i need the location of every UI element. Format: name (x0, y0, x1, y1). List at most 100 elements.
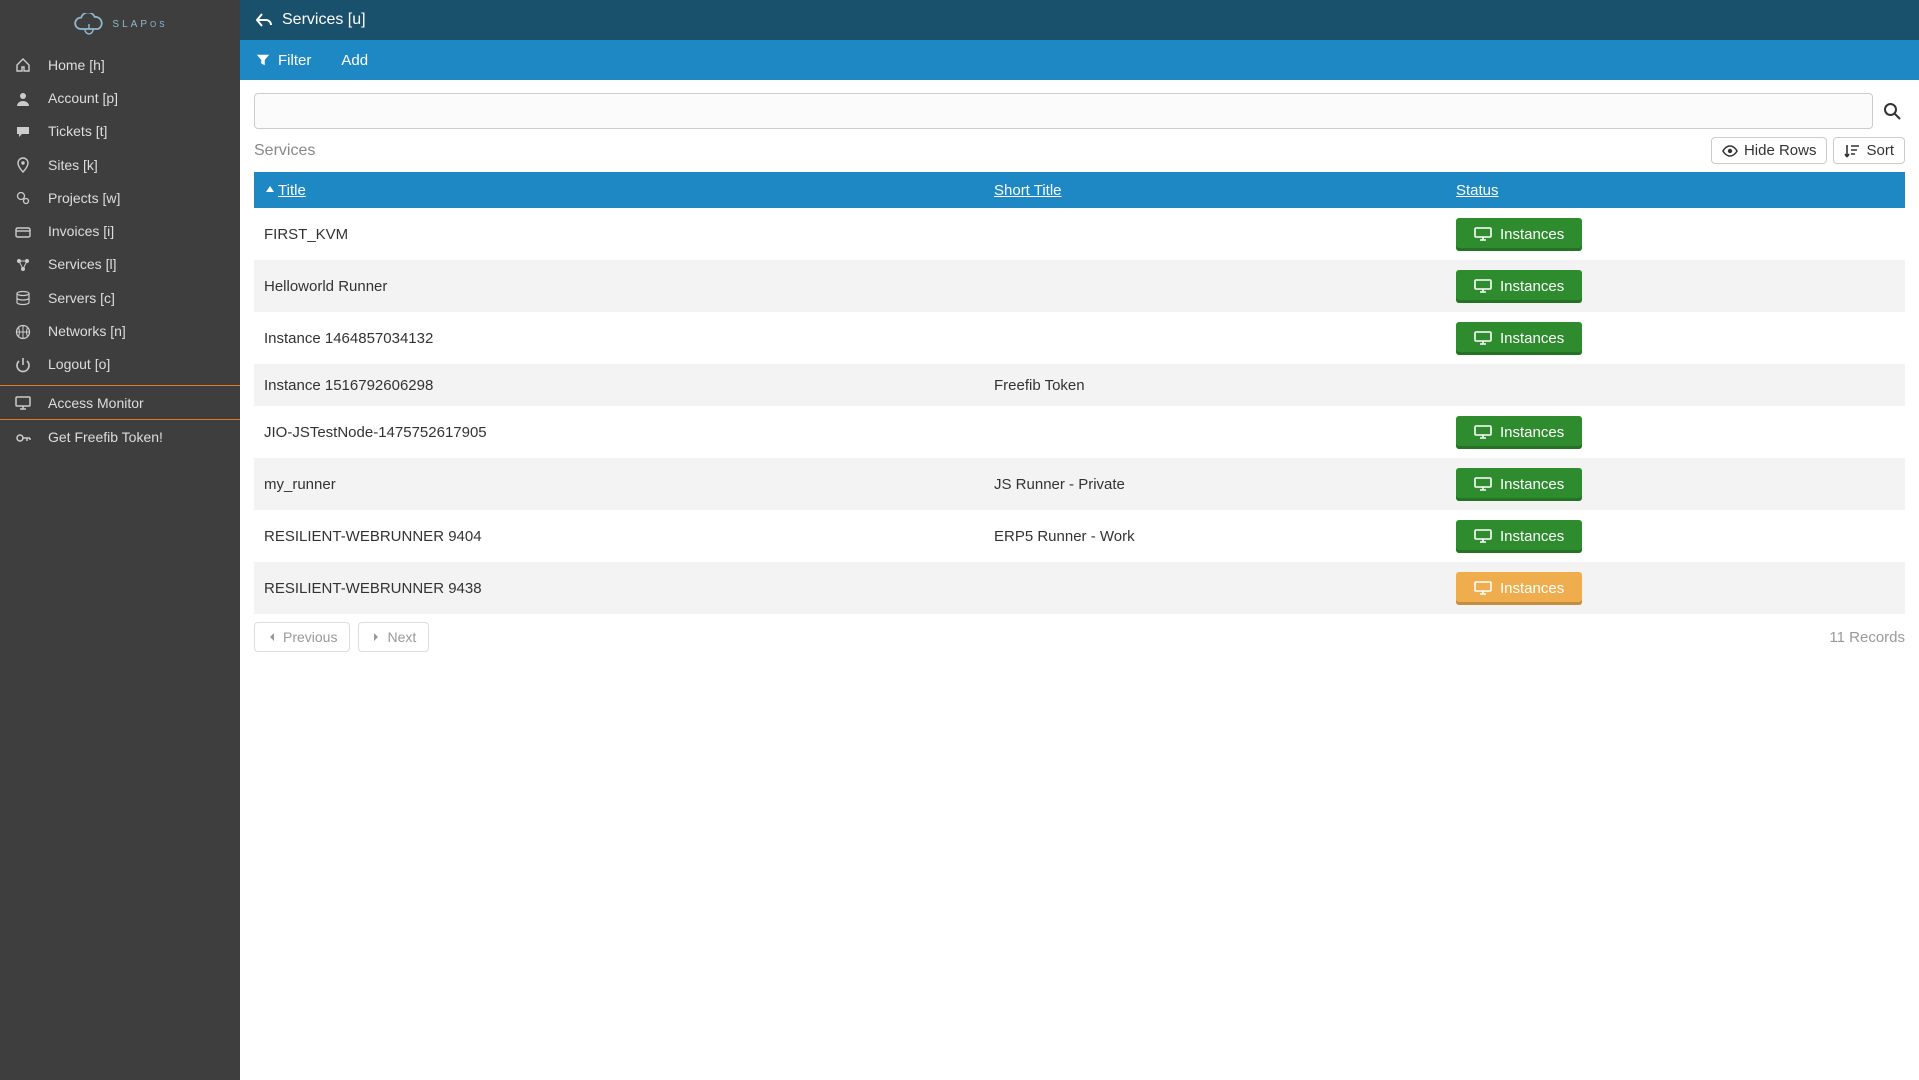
search-input[interactable] (254, 93, 1873, 129)
instances-badge[interactable]: Instances (1456, 572, 1582, 605)
meta-row: Services Hide Rows Sort (240, 137, 1919, 172)
eye-icon (1722, 143, 1738, 159)
instances-badge[interactable]: Instances (1456, 270, 1582, 303)
sidebar-item-label: Get Freefib Token! (48, 429, 163, 445)
table-row[interactable]: RESILIENT-WEBRUNNER 9438 Instances (254, 562, 1905, 614)
sort-asc-icon (264, 184, 276, 196)
col-status[interactable]: Status (1456, 182, 1905, 199)
cell-status: Instances (1456, 218, 1905, 251)
cloud-icon (72, 13, 106, 35)
caret-right-icon (371, 632, 381, 642)
monitor-icon (14, 394, 32, 411)
sidebar-item-8[interactable]: Networks [n] (0, 314, 240, 347)
sidebar-item-label: Projects [w] (48, 190, 120, 206)
next-button[interactable]: Next (358, 622, 429, 652)
table-row[interactable]: RESILIENT-WEBRUNNER 9404ERP5 Runner - Wo… (254, 510, 1905, 562)
cell-status: Instances (1456, 270, 1905, 303)
molecule-icon (14, 256, 32, 273)
gears-icon (14, 189, 32, 206)
sidebar-item-label: Sites [k] (48, 157, 98, 173)
sidebar-get-token[interactable]: Get Freefib Token! (0, 420, 240, 453)
sidebar-item-label: Networks [n] (48, 323, 126, 339)
cell-title: Helloworld Runner (254, 278, 994, 295)
sidebar-access-monitor[interactable]: Access Monitor (0, 386, 240, 419)
sidebar-item-9[interactable]: Logout [o] (0, 348, 240, 381)
cell-title: Instance 1464857034132 (254, 330, 994, 347)
cell-short-title: ERP5 Runner - Work (994, 528, 1456, 545)
toolbar: Filter Add (240, 40, 1919, 80)
table-row[interactable]: JIO-JSTestNode-1475752617905 Instances (254, 406, 1905, 458)
sort-icon (1844, 143, 1860, 159)
main: Services [u] Filter Add Services Hide Ro… (240, 0, 1919, 1080)
table-row[interactable]: Helloworld Runner Instances (254, 260, 1905, 312)
cell-title: RESILIENT-WEBRUNNER 9404 (254, 528, 994, 545)
brand-logo: SLAPOS (0, 0, 240, 48)
instances-badge[interactable]: Instances (1456, 416, 1582, 449)
instances-badge[interactable]: Instances (1456, 520, 1582, 553)
db-icon (14, 289, 32, 306)
sort-button[interactable]: Sort (1833, 137, 1905, 164)
sidebar-item-3[interactable]: Sites [k] (0, 148, 240, 181)
cell-status: Instances (1456, 520, 1905, 553)
col-title[interactable]: Title (254, 182, 994, 199)
col-short-title[interactable]: Short Title (994, 182, 1456, 199)
cell-title: JIO-JSTestNode-1475752617905 (254, 424, 994, 441)
filter-button[interactable]: Filter (256, 52, 311, 69)
sidebar-item-2[interactable]: Tickets [t] (0, 115, 240, 148)
cell-title: FIRST_KVM (254, 226, 994, 243)
globe-icon (14, 322, 32, 339)
cell-status: Instances (1456, 468, 1905, 501)
add-button[interactable]: Add (341, 52, 368, 69)
card-icon (14, 222, 32, 239)
sidebar-item-1[interactable]: Account [p] (0, 81, 240, 114)
section-label: Services (254, 142, 315, 160)
header-back-icon[interactable] (256, 12, 272, 28)
sidebar-item-label: Account [p] (48, 90, 118, 106)
pagination: Previous Next 11 Records (240, 614, 1919, 660)
key-icon (14, 428, 32, 445)
sidebar-item-label: Logout [o] (48, 356, 110, 372)
table-row[interactable]: Instance 1464857034132 Instances (254, 312, 1905, 364)
hide-rows-button[interactable]: Hide Rows (1711, 137, 1828, 164)
sidebar: SLAPOS Home [h] Account [p] Tickets [t] Sit… (0, 0, 240, 1080)
page-title: Services [u] (282, 11, 366, 29)
cell-status: Instances (1456, 572, 1905, 605)
instances-badge[interactable]: Instances (1456, 218, 1582, 251)
table-row[interactable]: Instance 1516792606298Freefib Token (254, 364, 1905, 406)
cell-short-title: Freefib Token (994, 377, 1456, 394)
cell-title: RESILIENT-WEBRUNNER 9438 (254, 580, 994, 597)
instances-badge[interactable]: Instances (1456, 322, 1582, 355)
table-row[interactable]: my_runnerJS Runner - Private Instances (254, 458, 1905, 510)
table-row[interactable]: FIRST_KVM Instances (254, 208, 1905, 260)
table-header: Title Short Title Status (254, 172, 1905, 208)
caret-left-icon (267, 632, 277, 642)
cell-title: my_runner (254, 476, 994, 493)
cell-status: Instances (1456, 416, 1905, 449)
sidebar-item-label: Invoices [i] (48, 223, 114, 239)
services-table: Title Short Title Status FIRST_KVM Insta… (254, 172, 1905, 614)
sidebar-item-7[interactable]: Servers [c] (0, 281, 240, 314)
instances-badge[interactable]: Instances (1456, 468, 1582, 501)
filter-icon (256, 53, 270, 67)
record-count: 11 Records (1829, 629, 1905, 646)
brand-suffix: OS (150, 20, 168, 29)
search-button[interactable] (1879, 102, 1905, 120)
sidebar-item-4[interactable]: Projects [w] (0, 181, 240, 214)
power-icon (14, 356, 32, 373)
brand-name: SLAP (112, 19, 150, 30)
sidebar-item-label: Access Monitor (48, 395, 144, 411)
sidebar-item-label: Servers [c] (48, 290, 115, 306)
sidebar-item-label: Services [l] (48, 256, 116, 272)
search-row (240, 80, 1919, 137)
sidebar-item-6[interactable]: Services [l] (0, 248, 240, 281)
chat-icon (14, 123, 32, 140)
cell-title: Instance 1516792606298 (254, 377, 994, 394)
header-bar: Services [u] (240, 0, 1919, 40)
sidebar-item-0[interactable]: Home [h] (0, 48, 240, 81)
sidebar-item-5[interactable]: Invoices [i] (0, 214, 240, 247)
pin-icon (14, 156, 32, 173)
sidebar-item-label: Tickets [t] (48, 123, 107, 139)
prev-button[interactable]: Previous (254, 622, 350, 652)
user-icon (14, 89, 32, 106)
search-icon (1883, 102, 1901, 120)
